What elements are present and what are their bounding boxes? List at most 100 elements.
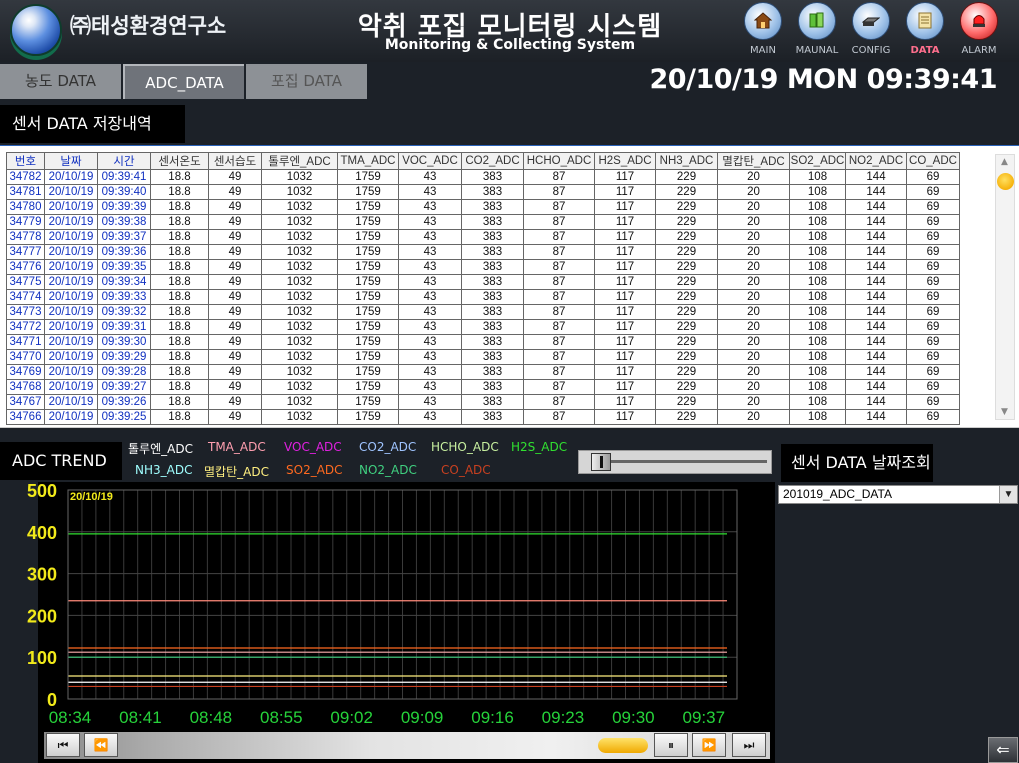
column-header[interactable]: VOC_ADC <box>398 152 462 170</box>
table-row[interactable]: 34773 20/10/19 09:39:32 18.8 49 1032 1759 43 383… <box>6 304 960 320</box>
table-row[interactable]: 34772 20/10/19 09:39:31 18.8 49 1032 1759 43 383… <box>6 319 960 335</box>
first-page-button[interactable]: ⏮ <box>46 733 80 757</box>
table-cell: 229 <box>655 229 718 245</box>
table-cell: 49 <box>208 349 262 365</box>
table-row[interactable]: 34766 20/10/19 09:39:25 18.8 49 1032 1759 43 383… <box>6 409 960 425</box>
table-cell: 1032 <box>261 259 338 275</box>
table-cell: 69 <box>906 409 960 425</box>
column-header[interactable]: NO2_ADC <box>845 152 907 170</box>
date-file-select[interactable]: 201019_ADC_DATA ▼ <box>778 485 1018 504</box>
table-row[interactable]: 34782 20/10/19 09:39:41 18.8 49 1032 1759 43 383… <box>6 169 960 185</box>
table-scrollbar[interactable]: ▲ ▼ <box>995 154 1015 420</box>
table-row[interactable]: 34774 20/10/19 09:39:33 18.8 49 1032 1759 43 383… <box>6 289 960 305</box>
column-header[interactable]: 톨루엔_ADC <box>261 152 338 170</box>
nav-config-button[interactable]: CONFIG <box>846 2 896 60</box>
legend-item-so2: SO2_ADC <box>286 463 343 477</box>
playback-position-thumb[interactable] <box>598 738 648 753</box>
table-cell: 1032 <box>261 394 338 410</box>
nav-alarm-button[interactable]: ALARM <box>954 2 1004 60</box>
trend-zoom-slider[interactable] <box>578 450 772 474</box>
table-cell: 383 <box>461 334 524 350</box>
scroll-down-arrow-icon[interactable]: ▼ <box>1001 407 1008 417</box>
slider-handle[interactable] <box>591 453 611 471</box>
table-cell: 1759 <box>337 229 399 245</box>
trend-playback-bar[interactable]: ⏮ ⏪ ⏸ ⏩ ⏭ <box>44 732 770 759</box>
tab-collecting-data[interactable]: 포집 DATA <box>246 64 367 99</box>
table-row[interactable]: 34780 20/10/19 09:39:39 18.8 49 1032 1759 43 383… <box>6 199 960 215</box>
table-row[interactable]: 34779 20/10/19 09:39:38 18.8 49 1032 1759 43 383… <box>6 214 960 230</box>
table-cell: 1759 <box>337 364 399 380</box>
scrollbar-thumb[interactable] <box>997 173 1014 190</box>
table-cell: 20 <box>717 274 790 290</box>
nav-data-button[interactable]: DATA <box>900 2 950 60</box>
table-cell: 43 <box>398 379 462 395</box>
column-header[interactable]: 날짜 <box>44 152 98 170</box>
column-header[interactable]: NH3_ADC <box>655 152 718 170</box>
fast-forward-button[interactable]: ⏩ <box>692 733 726 757</box>
pause-button[interactable]: ⏸ <box>654 733 688 757</box>
table-cell: 43 <box>398 259 462 275</box>
manual-icon <box>798 2 836 40</box>
table-cell: 1032 <box>261 274 338 290</box>
column-header[interactable]: HCHO_ADC <box>523 152 595 170</box>
table-cell: 43 <box>398 274 462 290</box>
rewind-button[interactable]: ⏪ <box>84 733 118 757</box>
table-cell: 1759 <box>337 379 399 395</box>
table-cell: 49 <box>208 409 262 425</box>
app-subtitle: Monitoring & Collecting System <box>384 37 636 53</box>
last-page-button[interactable]: ⏭ <box>732 733 766 757</box>
table-cell: 1032 <box>261 319 338 335</box>
table-cell: 20/10/19 <box>44 274 98 290</box>
column-header[interactable]: 멸캅탄_ADC <box>717 152 790 170</box>
table-cell: 20/10/19 <box>44 304 98 320</box>
column-header[interactable]: CO_ADC <box>906 152 960 170</box>
table-row[interactable]: 34778 20/10/19 09:39:37 18.8 49 1032 1759 43 383… <box>6 229 960 245</box>
table-cell: 09:39:38 <box>97 214 151 230</box>
tab-adc-data[interactable]: ADC_DATA <box>123 64 244 99</box>
table-row[interactable]: 34777 20/10/19 09:39:36 18.8 49 1032 1759 43 383… <box>6 244 960 260</box>
column-header[interactable]: 시간 <box>97 152 151 170</box>
table-cell: 87 <box>523 349 595 365</box>
table-row[interactable]: 34768 20/10/19 09:39:27 18.8 49 1032 1759 43 383… <box>6 379 960 395</box>
table-cell: 09:39:39 <box>97 199 151 215</box>
table-cell: 117 <box>594 304 656 320</box>
table-cell: 1759 <box>337 319 399 335</box>
table-cell: 20 <box>717 259 790 275</box>
column-header[interactable]: H2S_ADC <box>594 152 656 170</box>
nav-main-button[interactable]: MAIN <box>738 2 788 60</box>
column-header[interactable]: 번호 <box>6 152 45 170</box>
scroll-up-arrow-icon[interactable]: ▲ <box>1001 157 1008 167</box>
table-cell: 49 <box>208 364 262 380</box>
column-header[interactable]: TMA_ADC <box>337 152 399 170</box>
column-header[interactable]: SO2_ADC <box>789 152 846 170</box>
table-cell: 87 <box>523 214 595 230</box>
table-row[interactable]: 34769 20/10/19 09:39:28 18.8 49 1032 1759 43 383… <box>6 364 960 380</box>
y-tick-label: 400 <box>27 523 57 543</box>
table-cell: 383 <box>461 184 524 200</box>
table-cell: 1759 <box>337 184 399 200</box>
table-cell: 108 <box>789 229 846 245</box>
table-row[interactable]: 34770 20/10/19 09:39:29 18.8 49 1032 1759 43 383… <box>6 349 960 365</box>
table-row[interactable]: 34781 20/10/19 09:39:40 18.8 49 1032 1759 43 383… <box>6 184 960 200</box>
nav-manual-button[interactable]: MAUNAL <box>792 2 842 60</box>
column-header[interactable]: CO2_ADC <box>461 152 524 170</box>
back-arrow-icon[interactable]: ⇐ <box>988 737 1018 763</box>
table-cell: 20 <box>717 289 790 305</box>
tab-concentration-data[interactable]: 농도 DATA <box>0 64 121 99</box>
table-cell: 108 <box>789 394 846 410</box>
table-cell: 69 <box>906 394 960 410</box>
table-cell: 69 <box>906 199 960 215</box>
legend-item-voc: VOC_ADC <box>284 440 342 454</box>
table-row[interactable]: 34767 20/10/19 09:39:26 18.8 49 1032 1759 43 383… <box>6 394 960 410</box>
column-header[interactable]: 센서온도 <box>150 152 209 170</box>
table-row[interactable]: 34776 20/10/19 09:39:35 18.8 49 1032 1759 43 383… <box>6 259 960 275</box>
chevron-down-icon[interactable]: ▼ <box>999 486 1017 503</box>
y-tick-label: 200 <box>27 606 57 626</box>
table-cell: 69 <box>906 319 960 335</box>
table-row[interactable]: 34771 20/10/19 09:39:30 18.8 49 1032 1759 43 383… <box>6 334 960 350</box>
table-cell: 108 <box>789 289 846 305</box>
table-cell: 49 <box>208 379 262 395</box>
table-row[interactable]: 34775 20/10/19 09:39:34 18.8 49 1032 1759 43 383… <box>6 274 960 290</box>
column-header[interactable]: 센서습도 <box>208 152 262 170</box>
table-cell: 117 <box>594 364 656 380</box>
